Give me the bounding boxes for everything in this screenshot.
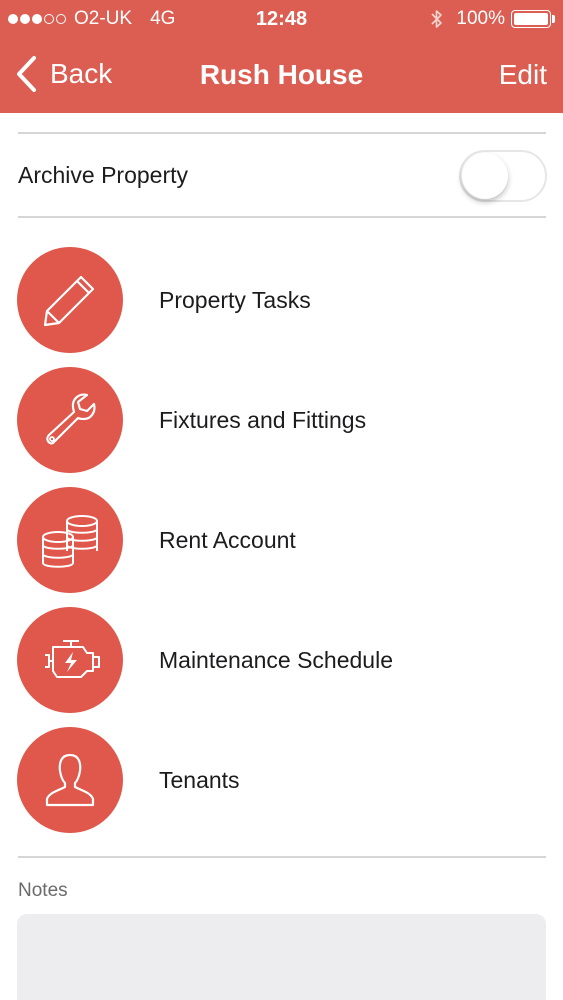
divider xyxy=(18,856,546,858)
person-icon-circle xyxy=(17,727,123,833)
archive-property-row: Archive Property xyxy=(0,136,563,216)
menu-item-rent-account[interactable]: Rent Account xyxy=(0,480,563,600)
engine-icon-circle xyxy=(17,607,123,713)
menu-item-tenants[interactable]: Tenants xyxy=(0,720,563,840)
coins-icon xyxy=(42,515,98,568)
battery-percent: 100% xyxy=(456,8,505,29)
divider xyxy=(18,216,546,218)
status-right: 100% xyxy=(430,8,555,30)
menu-item-fixtures-and-fittings[interactable]: Fixtures and Fittings xyxy=(0,360,563,480)
battery-icon xyxy=(511,10,555,28)
navigation-bar: Back Rush House Edit xyxy=(0,40,563,113)
status-bar: O2-UK 4G 12:48 100% xyxy=(0,0,563,38)
toggle-knob xyxy=(462,153,508,199)
bluetooth-icon xyxy=(431,10,443,28)
person-icon xyxy=(45,753,95,807)
coins-icon-circle xyxy=(17,487,123,593)
menu-item-label: Fixtures and Fittings xyxy=(159,407,367,433)
archive-property-toggle[interactable] xyxy=(459,150,547,202)
wrench-icon-circle xyxy=(17,367,123,473)
menu-item-property-tasks[interactable]: Property Tasks xyxy=(0,240,563,360)
menu-item-label: Tenants xyxy=(159,767,240,793)
menu-item-maintenance-schedule[interactable]: Maintenance Schedule xyxy=(0,600,563,720)
pencil-icon-circle xyxy=(17,247,123,353)
menu-item-label: Property Tasks xyxy=(159,287,311,313)
edit-button[interactable]: Edit xyxy=(499,59,547,91)
notes-field[interactable] xyxy=(17,914,546,1000)
archive-property-label: Archive Property xyxy=(18,162,189,188)
divider xyxy=(18,132,546,134)
menu-item-label: Maintenance Schedule xyxy=(159,647,393,673)
engine-icon xyxy=(45,640,100,678)
wrench-icon xyxy=(46,393,96,445)
pencil-icon xyxy=(43,275,95,327)
page-title: Rush House xyxy=(199,59,364,90)
top-bar: O2-UK 4G 12:48 100% Back Rush House Edit xyxy=(0,0,563,113)
menu-item-label: Rent Account xyxy=(159,527,296,553)
notes-label: Notes xyxy=(18,880,68,901)
